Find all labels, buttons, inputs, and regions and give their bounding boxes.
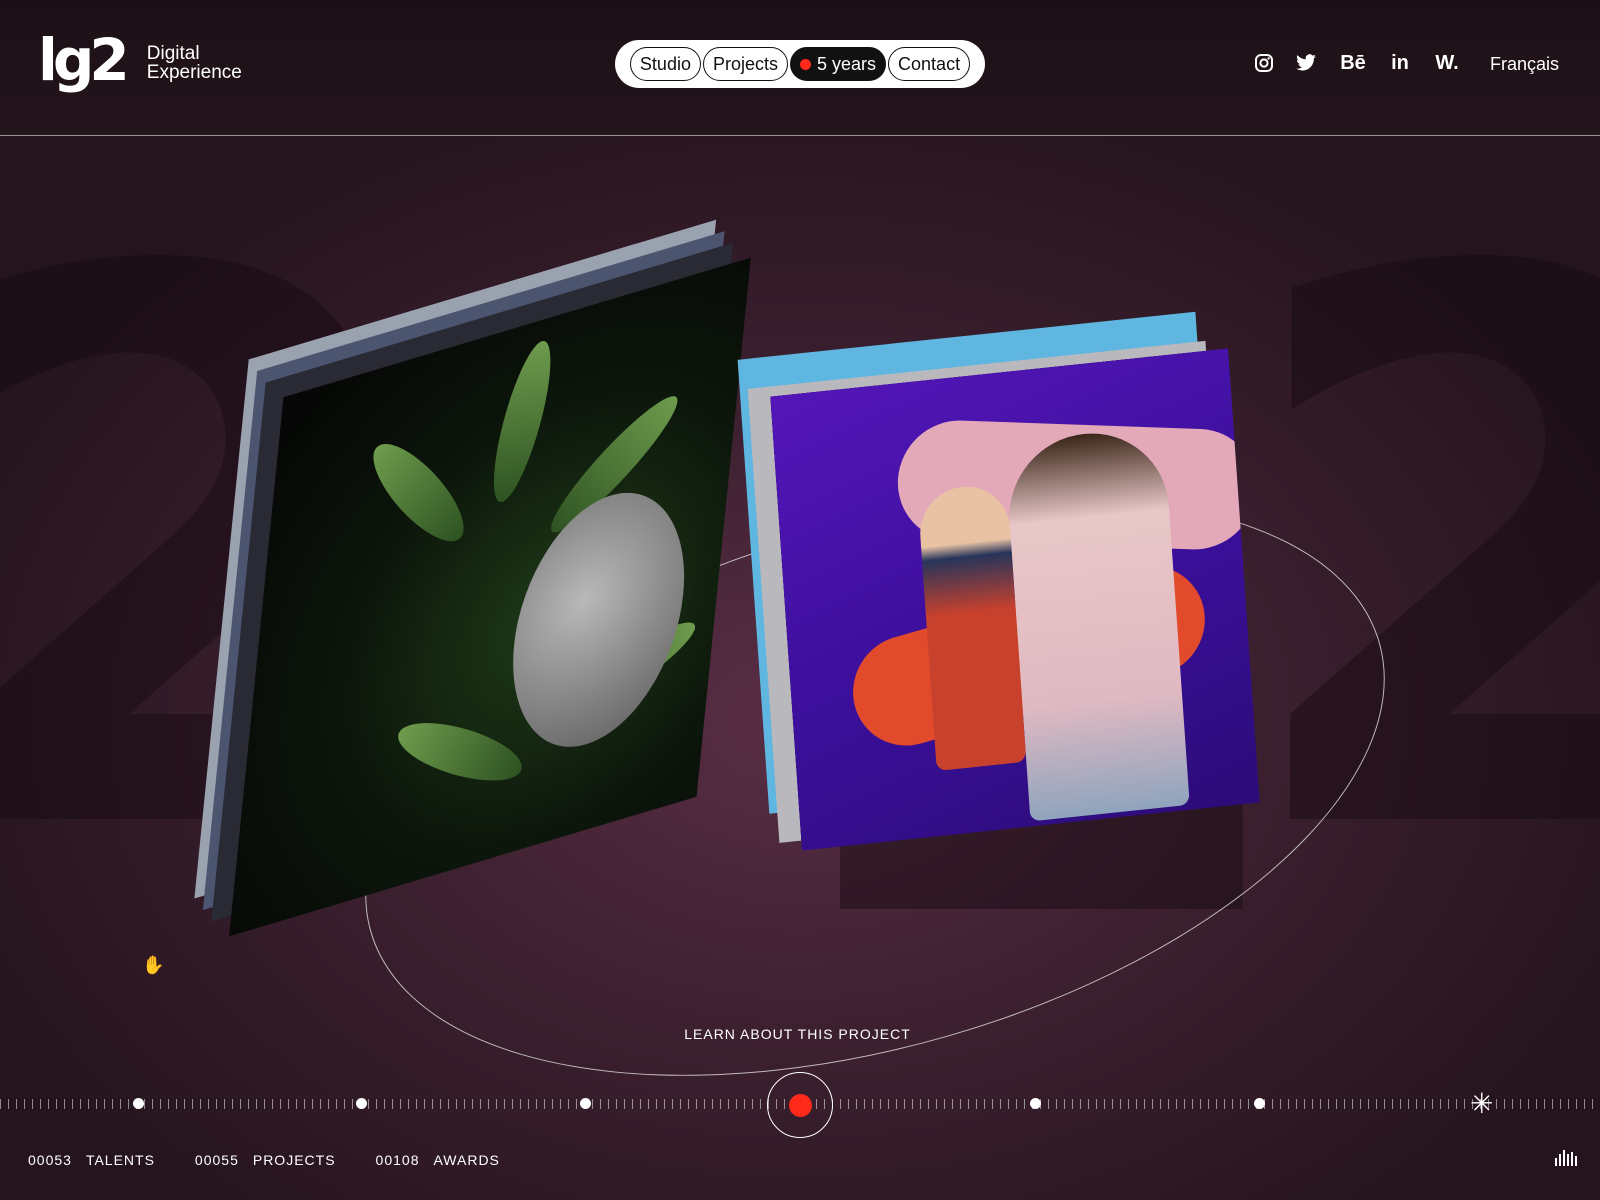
timeline-dot[interactable] (356, 1098, 367, 1109)
record-dot-icon (788, 1093, 812, 1117)
nav-5-years-button[interactable]: 5 years (790, 47, 887, 81)
grab-cursor-icon: ✋ (142, 955, 165, 975)
nav-projects-button[interactable]: Projects (702, 47, 788, 81)
logo-mark: lg2 (38, 26, 130, 94)
main-nav: Studio Projects 5 years Contact (615, 40, 985, 88)
social-links: Bē in W. (1252, 50, 1464, 76)
logo-subtitle: Digital Experience (147, 44, 242, 82)
stat-talents: 00053 TALENTS (28, 1152, 155, 1168)
timeline-dot[interactable] (580, 1098, 591, 1109)
timeline-current-marker[interactable] (767, 1072, 833, 1138)
learn-about-project-label: LEARN ABOUT THIS PROJECT (684, 1026, 911, 1042)
timeline-dot[interactable] (133, 1098, 144, 1109)
logo-subtitle-line1: Digital (146, 43, 200, 64)
woman-figure (1004, 425, 1190, 822)
stat-projects: 00055 PROJECTS (195, 1152, 336, 1168)
sound-icon[interactable] (1555, 1150, 1577, 1166)
twitter-icon[interactable] (1294, 50, 1318, 76)
timeline-dot[interactable] (1254, 1098, 1265, 1109)
nav-contact-button[interactable]: Contact (888, 47, 971, 81)
header: lg2 Digital Experience Studio Projects 5… (0, 0, 1600, 136)
stat-label: TALENTS (85, 1152, 155, 1168)
timeline-dot[interactable] (1030, 1098, 1041, 1109)
leaf-shape (482, 338, 563, 505)
stat-count: 00055 (194, 1152, 239, 1168)
project-card-mother-child[interactable] (770, 348, 1260, 851)
moon-image (501, 470, 696, 770)
spark-icon[interactable]: ✳ (1470, 1090, 1493, 1118)
w-icon[interactable]: W. (1430, 50, 1464, 76)
stats-bar: 00053 TALENTS 00055 PROJECTS 00108 AWARD… (28, 1152, 500, 1168)
nav-5-years-label: 5 years (817, 53, 877, 74)
brand-logo[interactable]: lg2 Digital Experience (38, 30, 242, 90)
stat-count: 00053 (28, 1152, 72, 1168)
linkedin-icon[interactable]: in (1388, 50, 1412, 76)
record-dot-icon (800, 58, 811, 70)
stat-awards: 00108 AWARDS (376, 1152, 500, 1168)
stat-label: PROJECTS (252, 1152, 336, 1168)
language-switch[interactable]: Français (1490, 54, 1559, 75)
learn-about-project-link[interactable]: LEARN ABOUT THIS PROJECT (0, 1026, 1600, 1042)
logo-subtitle-line2: Experience (146, 62, 242, 83)
instagram-icon[interactable] (1252, 50, 1276, 76)
leaf-shape (387, 711, 533, 793)
leaf-shape (360, 429, 478, 556)
nav-studio-button[interactable]: Studio (629, 47, 701, 81)
stat-label: AWARDS (433, 1152, 500, 1168)
behance-icon[interactable]: Bē (1336, 50, 1370, 76)
stat-count: 00108 (375, 1152, 420, 1168)
